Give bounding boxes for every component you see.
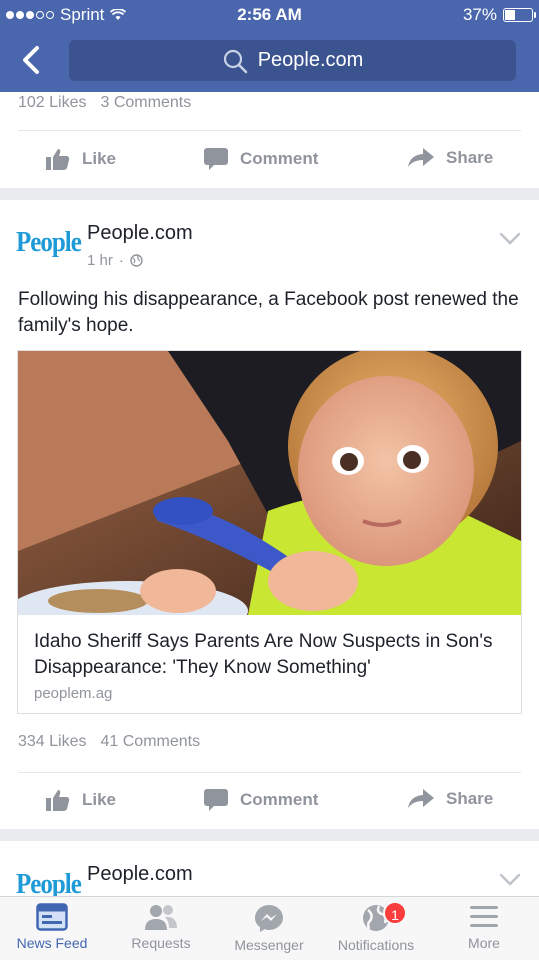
divider <box>18 772 521 773</box>
comment-label: Comment <box>240 149 319 168</box>
likes-count[interactable]: 102 Likes <box>18 94 87 112</box>
link-image[interactable] <box>18 351 521 615</box>
menu-icon <box>470 906 498 927</box>
search-text: People.com <box>257 49 364 71</box>
link-domain: peoplem.ag <box>34 685 113 702</box>
separator-dot: · <box>118 252 124 269</box>
back-button[interactable] <box>12 40 52 80</box>
comment-label: Comment <box>240 790 319 809</box>
tab-bar: News Feed Requests Messenger 1 Notificat… <box>0 896 539 960</box>
notification-badge: 1 <box>383 901 407 925</box>
child-photo <box>18 351 521 615</box>
divider <box>18 130 521 131</box>
tab-label: Messenger <box>234 937 304 953</box>
tab-messenger[interactable]: Messenger <box>214 903 324 953</box>
news-feed-icon <box>36 903 68 931</box>
tab-label: News Feed <box>16 935 88 951</box>
chevron-down-icon[interactable] <box>499 232 521 246</box>
thumbs-up-icon <box>46 149 70 170</box>
thumbs-up-icon <box>46 790 70 811</box>
tab-more[interactable]: More <box>429 903 539 951</box>
comments-count[interactable]: 3 Comments <box>101 94 192 112</box>
share-label: Share <box>446 148 494 167</box>
chevron-down-icon[interactable] <box>499 873 521 887</box>
post-card: People People.com 1 hr · Following his d… <box>0 200 539 829</box>
clock: 2:56 AM <box>237 5 302 24</box>
tab-requests[interactable]: Requests <box>106 903 216 951</box>
like-label: Like <box>82 149 117 168</box>
share-label: Share <box>446 789 494 808</box>
page-name[interactable]: People.com <box>87 222 193 245</box>
comments-count[interactable]: 41 Comments <box>101 733 201 751</box>
comment-icon <box>204 789 228 811</box>
link-preview[interactable]: Idaho Sheriff Says Parents Are Now Suspe… <box>17 350 522 714</box>
friends-icon <box>145 905 177 930</box>
tab-label: Notifications <box>337 937 415 953</box>
battery-icon <box>503 8 536 22</box>
page-avatar[interactable]: People <box>16 227 82 262</box>
tab-label: More <box>468 935 500 951</box>
link-title[interactable]: Idaho Sheriff Says Parents Are Now Suspe… <box>34 629 505 681</box>
share-icon <box>408 148 434 167</box>
comment-icon <box>204 148 228 170</box>
like-label: Like <box>82 790 117 809</box>
tab-label: Requests <box>131 935 191 951</box>
top-bar: Sprint 2:56 AM 37% People.com <box>0 0 539 92</box>
search-bar[interactable]: People.com <box>69 40 516 81</box>
comment-button[interactable]: Comment <box>204 148 318 170</box>
globe-icon <box>130 254 143 267</box>
like-button[interactable]: Like <box>46 789 116 811</box>
battery-percent: 37% <box>462 5 497 24</box>
page-name[interactable]: People.com <box>87 863 193 886</box>
tab-news-feed[interactable]: News Feed <box>0 903 107 951</box>
search-icon <box>223 49 247 73</box>
chevron-left-icon <box>23 46 39 74</box>
likes-count[interactable]: 334 Likes <box>18 733 87 751</box>
tab-notifications[interactable]: 1 Notifications <box>321 901 431 953</box>
like-button[interactable]: Like <box>46 148 116 170</box>
previous-post: 102 Likes 3 Comments Like Comment Share <box>0 92 539 188</box>
link-body[interactable]: Idaho Sheriff Says Parents Are Now Suspe… <box>18 615 521 713</box>
post-text: Following his disappearance, a Facebook … <box>18 289 519 336</box>
next-post-card: People People.com <box>0 841 539 901</box>
post-time[interactable]: 1 hr <box>87 252 113 269</box>
share-icon <box>408 789 434 808</box>
messenger-icon <box>255 905 283 932</box>
share-button[interactable]: Share <box>408 789 493 809</box>
share-button[interactable]: Share <box>408 148 493 168</box>
comment-button[interactable]: Comment <box>204 789 318 811</box>
status-bar: Sprint 2:56 AM 37% <box>0 0 539 30</box>
